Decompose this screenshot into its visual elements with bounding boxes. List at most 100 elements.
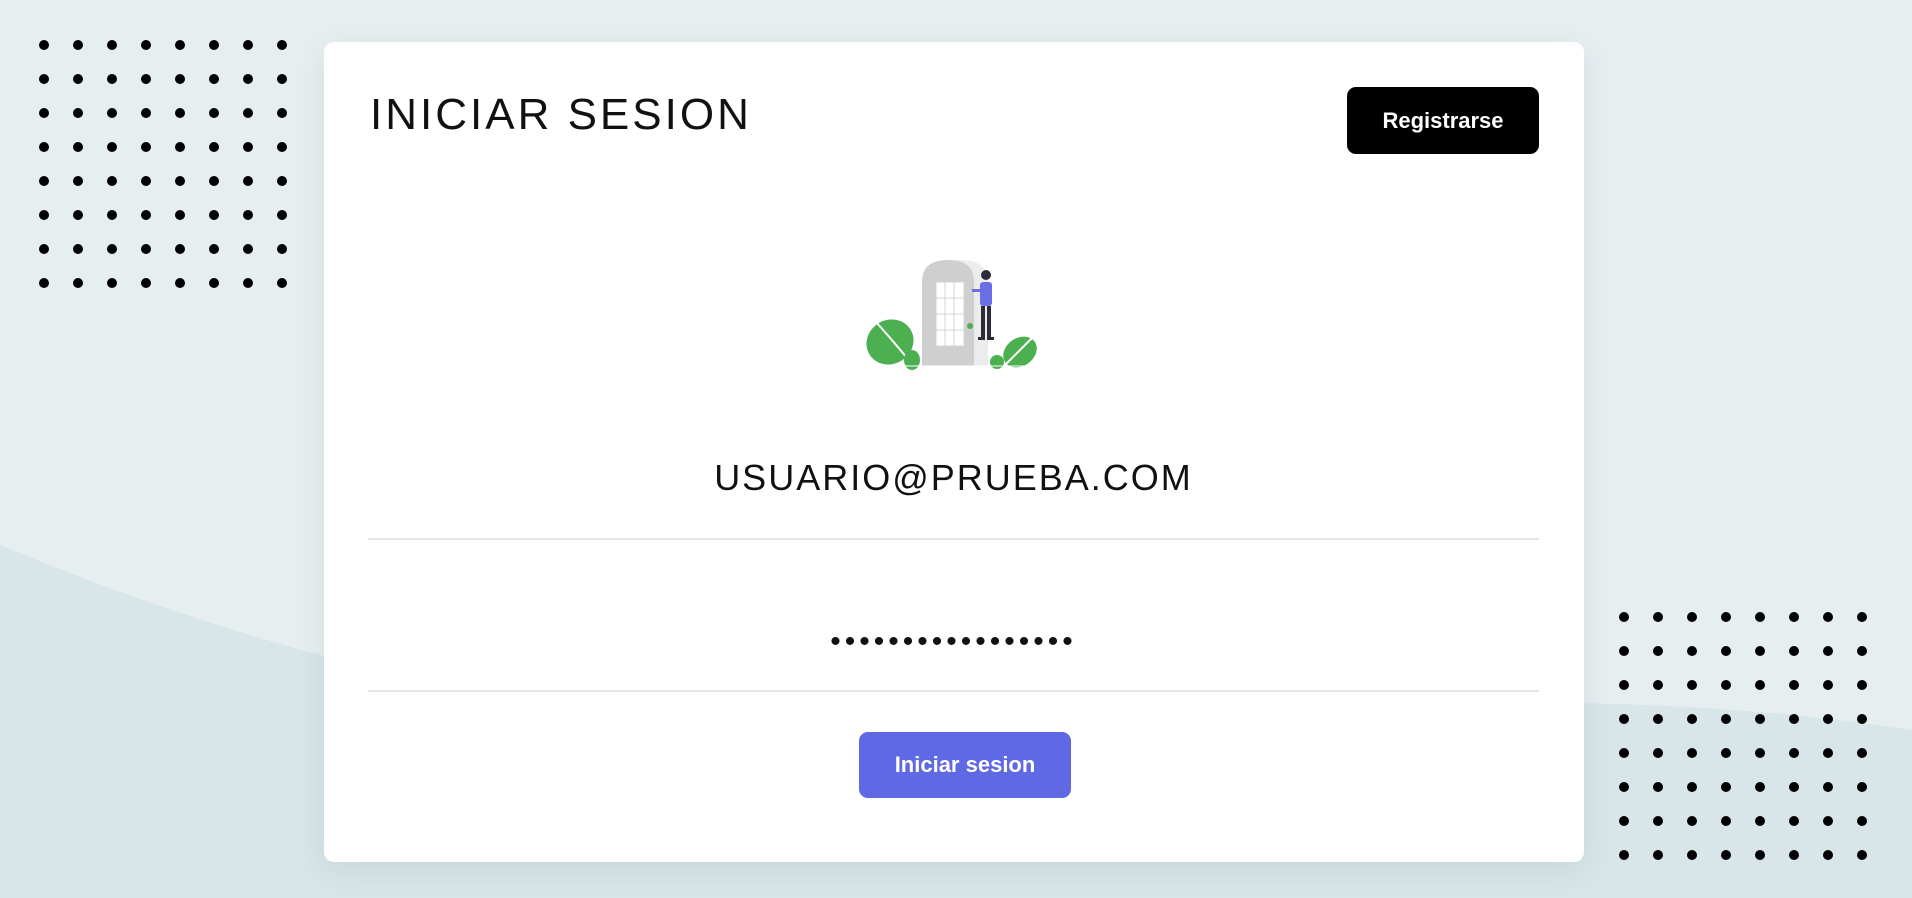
dot — [1823, 850, 1833, 860]
dot — [1619, 782, 1629, 792]
dot — [1687, 646, 1697, 656]
dot — [277, 244, 287, 254]
dot — [1755, 612, 1765, 622]
dot — [1823, 612, 1833, 622]
dot — [39, 142, 49, 152]
dot — [39, 74, 49, 84]
dot — [39, 210, 49, 220]
login-card: INICIAR SESION Registrarse USUARIO@PRUEB… — [324, 42, 1584, 862]
dot — [1789, 748, 1799, 758]
dot — [1653, 714, 1663, 724]
door-person-illustration — [860, 260, 1050, 370]
dot — [141, 108, 151, 118]
dot — [39, 244, 49, 254]
dot — [1755, 850, 1765, 860]
dot-pattern-top-left — [39, 40, 287, 288]
dot — [1857, 816, 1867, 826]
dot — [1687, 816, 1697, 826]
email-field[interactable] — [368, 442, 1539, 538]
dot — [73, 40, 83, 50]
dot — [1653, 816, 1663, 826]
dot — [107, 142, 117, 152]
dot — [1653, 748, 1663, 758]
dot — [1721, 646, 1731, 656]
dot — [141, 244, 151, 254]
dot — [1755, 748, 1765, 758]
dot — [1755, 816, 1765, 826]
dot — [243, 278, 253, 288]
dot — [1857, 612, 1867, 622]
dot — [1721, 714, 1731, 724]
dot — [277, 210, 287, 220]
dot — [107, 244, 117, 254]
dot — [1687, 850, 1697, 860]
dot — [209, 278, 219, 288]
dot — [243, 142, 253, 152]
dot — [1857, 714, 1867, 724]
dot — [1755, 782, 1765, 792]
dot — [141, 142, 151, 152]
dot — [175, 278, 185, 288]
dot — [1823, 816, 1833, 826]
dot — [1755, 714, 1765, 724]
dot — [73, 244, 83, 254]
dot — [1721, 816, 1731, 826]
dot — [73, 210, 83, 220]
dot — [1721, 782, 1731, 792]
dot — [209, 40, 219, 50]
dot — [1789, 612, 1799, 622]
dot — [1789, 714, 1799, 724]
dot — [141, 40, 151, 50]
dot — [1823, 646, 1833, 656]
dot — [1721, 850, 1731, 860]
dot — [277, 142, 287, 152]
dot — [209, 210, 219, 220]
dot — [1823, 680, 1833, 690]
dot — [175, 142, 185, 152]
password-field[interactable] — [368, 594, 1539, 690]
dot — [1721, 748, 1731, 758]
dot — [175, 176, 185, 186]
dot — [73, 74, 83, 84]
dot — [1721, 680, 1731, 690]
dot — [1619, 680, 1629, 690]
dot — [209, 244, 219, 254]
dot — [107, 108, 117, 118]
page-title: INICIAR SESION — [370, 90, 752, 139]
dot — [1857, 748, 1867, 758]
dot — [39, 40, 49, 50]
dot — [1721, 612, 1731, 622]
dot — [1789, 680, 1799, 690]
dot — [39, 108, 49, 118]
dot — [243, 210, 253, 220]
dot — [243, 244, 253, 254]
dot — [277, 278, 287, 288]
dot — [1789, 816, 1799, 826]
dot — [209, 176, 219, 186]
dot — [1823, 782, 1833, 792]
register-button[interactable]: Registrarse — [1347, 87, 1539, 154]
dot — [209, 142, 219, 152]
dot — [1619, 646, 1629, 656]
dot — [1789, 850, 1799, 860]
dot — [1823, 714, 1833, 724]
dot — [1789, 782, 1799, 792]
dot — [107, 176, 117, 186]
dot — [277, 176, 287, 186]
dot — [73, 278, 83, 288]
dot — [1619, 816, 1629, 826]
dot — [107, 278, 117, 288]
dot — [1687, 680, 1697, 690]
password-field-wrapper — [368, 594, 1539, 692]
dot — [243, 176, 253, 186]
dot — [243, 40, 253, 50]
dot — [1619, 850, 1629, 860]
dot — [1619, 612, 1629, 622]
dot — [1857, 646, 1867, 656]
dot — [1653, 850, 1663, 860]
dot — [1789, 646, 1799, 656]
dot — [73, 142, 83, 152]
login-button[interactable]: Iniciar sesion — [859, 732, 1071, 798]
dot — [175, 74, 185, 84]
dot — [1687, 714, 1697, 724]
